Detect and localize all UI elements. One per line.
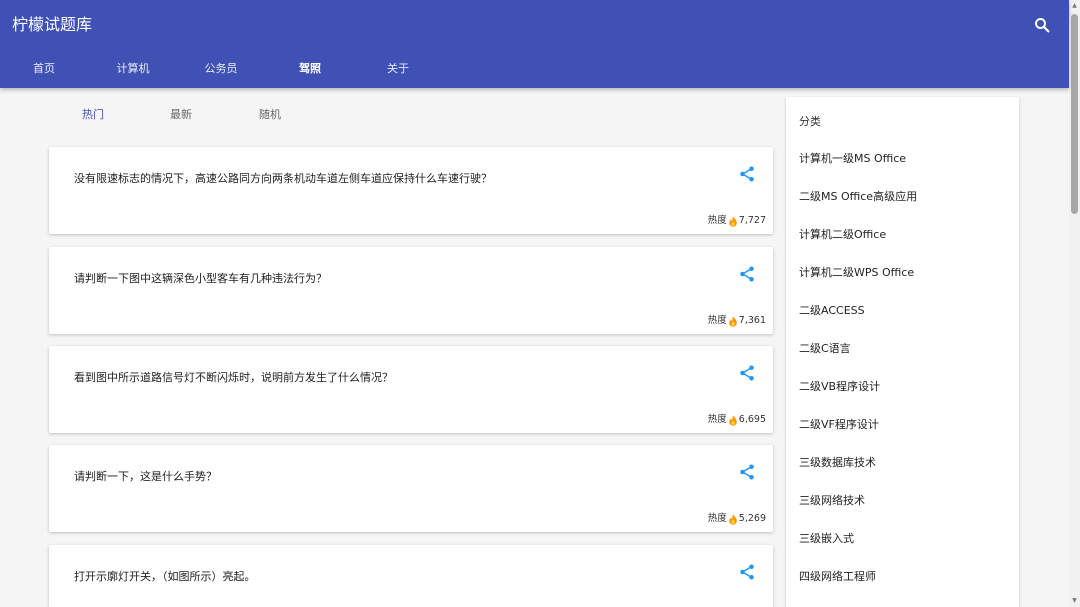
category-item[interactable]: 二级VF程序设计 bbox=[786, 406, 1019, 444]
category-item[interactable]: 二级VB程序设计 bbox=[786, 368, 1019, 406]
category-item[interactable]: 二级ACCESS bbox=[786, 292, 1019, 330]
category-item[interactable]: 二级MS Office高级应用 bbox=[786, 178, 1019, 216]
category-item[interactable]: 三级嵌入式 bbox=[786, 520, 1019, 558]
question-title[interactable]: 看到图中所示道路信号灯不断闪烁时，说明前方发生了什么情况？ bbox=[74, 370, 714, 386]
heat-label: 热度 bbox=[707, 215, 727, 226]
category-item[interactable]: 四级网络工程师 bbox=[786, 558, 1019, 596]
tab-hot[interactable]: 热门 bbox=[49, 100, 137, 130]
category-item[interactable]: 计算机二级WPS Office bbox=[786, 254, 1019, 292]
heat-indicator: 热度 6,695 bbox=[708, 414, 766, 426]
tab-latest[interactable]: 最新 bbox=[137, 100, 225, 130]
category-item[interactable]: 三级网络技术 bbox=[786, 482, 1019, 520]
fire-icon bbox=[728, 316, 738, 327]
nav-tab-about[interactable]: 关于 bbox=[354, 52, 442, 86]
share-button[interactable] bbox=[737, 562, 757, 582]
category-item[interactable]: 计算机二级Office bbox=[786, 216, 1019, 254]
share-button[interactable] bbox=[737, 164, 757, 184]
heat-label: 热度 bbox=[707, 513, 727, 524]
nav-tab-driving-license[interactable]: 驾照 bbox=[266, 52, 354, 86]
share-button[interactable] bbox=[737, 264, 757, 284]
heat-count: 7,361 bbox=[738, 315, 766, 326]
app-bar: 柠檬试题库 首页 计算机 公务员 驾照 关于 bbox=[0, 0, 1069, 88]
sidebar-heading: 分类 bbox=[799, 115, 821, 128]
heat-label: 热度 bbox=[707, 315, 727, 326]
question-card[interactable]: 请判断一下，这是什么手势？ 热度 5,269 bbox=[49, 445, 773, 532]
heat-label: 热度 bbox=[707, 414, 727, 425]
search-button[interactable] bbox=[1030, 13, 1054, 37]
app-title[interactable]: 柠檬试题库 bbox=[12, 14, 92, 36]
page-scrollbar[interactable]: ▲ ▼ bbox=[1069, 0, 1080, 607]
heat-indicator: 热度 7,727 bbox=[708, 215, 766, 227]
category-item[interactable]: 三级数据库技术 bbox=[786, 444, 1019, 482]
question-card[interactable]: 打开示廓灯开关，（如图所示）亮起。 bbox=[49, 545, 773, 607]
fire-icon bbox=[728, 415, 738, 426]
category-list: 计算机一级MS Office 二级MS Office高级应用 计算机二级Offi… bbox=[786, 140, 1019, 596]
question-card[interactable]: 请判断一下图中这辆深色小型客车有几种违法行为？ 热度 7,361 bbox=[49, 247, 773, 334]
heat-count: 6,695 bbox=[738, 414, 766, 425]
nav-tab-home[interactable]: 首页 bbox=[0, 52, 88, 86]
share-icon bbox=[740, 564, 754, 580]
heat-count: 7,727 bbox=[738, 215, 766, 226]
question-title[interactable]: 打开示廓灯开关，（如图所示）亮起。 bbox=[74, 569, 714, 585]
share-icon bbox=[740, 266, 754, 282]
fire-icon bbox=[728, 514, 738, 525]
main-nav: 首页 计算机 公务员 驾照 关于 bbox=[0, 52, 470, 86]
nav-tab-computer[interactable]: 计算机 bbox=[89, 52, 177, 86]
scroll-thumb[interactable] bbox=[1071, 14, 1078, 214]
share-button[interactable] bbox=[737, 462, 757, 482]
category-item[interactable]: 计算机一级MS Office bbox=[786, 140, 1019, 178]
share-icon bbox=[740, 365, 754, 381]
sort-tabs: 热门 最新 随机 bbox=[49, 100, 319, 130]
question-title[interactable]: 请判断一下，这是什么手势？ bbox=[74, 469, 714, 485]
nav-tab-civil-servant[interactable]: 公务员 bbox=[177, 52, 265, 86]
search-icon bbox=[1035, 18, 1050, 33]
question-title[interactable]: 请判断一下图中这辆深色小型客车有几种违法行为？ bbox=[74, 271, 714, 287]
question-card[interactable]: 没有限速标志的情况下，高速公路同方向两条机动车道左侧车道应保持什么车速行驶？ 热… bbox=[49, 147, 773, 234]
question-title[interactable]: 没有限速标志的情况下，高速公路同方向两条机动车道左侧车道应保持什么车速行驶？ bbox=[74, 171, 714, 187]
tab-random[interactable]: 随机 bbox=[226, 100, 314, 130]
scroll-up-icon[interactable]: ▲ bbox=[1071, 2, 1078, 10]
fire-icon bbox=[728, 216, 738, 227]
share-button[interactable] bbox=[737, 363, 757, 383]
heat-indicator: 热度 5,269 bbox=[708, 513, 766, 525]
question-card[interactable]: 看到图中所示道路信号灯不断闪烁时，说明前方发生了什么情况？ 热度 6,695 bbox=[49, 346, 773, 433]
category-item[interactable]: 二级C语言 bbox=[786, 330, 1019, 368]
share-icon bbox=[740, 464, 754, 480]
heat-count: 5,269 bbox=[738, 513, 766, 524]
heat-indicator: 热度 7,361 bbox=[708, 315, 766, 327]
share-icon bbox=[740, 166, 754, 182]
scroll-down-icon[interactable]: ▼ bbox=[1071, 597, 1078, 605]
category-sidebar: 分类 计算机一级MS Office 二级MS Office高级应用 计算机二级O… bbox=[786, 97, 1019, 607]
